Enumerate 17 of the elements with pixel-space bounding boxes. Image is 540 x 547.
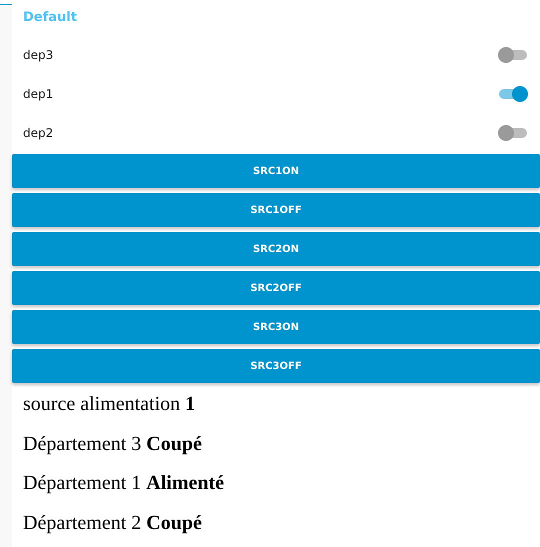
toggle-switch[interactable] [498, 46, 528, 62]
action-button[interactable]: SRC3ON [12, 310, 540, 344]
status-line: Département 3 Coupé [23, 432, 202, 456]
action-button[interactable]: SRC1ON [12, 154, 540, 188]
action-button[interactable]: SRC2ON [12, 232, 540, 266]
toggle-switch[interactable] [498, 124, 528, 140]
action-button[interactable]: SRC3OFF [12, 349, 540, 383]
action-button[interactable]: SRC2OFF [12, 271, 540, 305]
switch-label: dep1 [23, 86, 54, 102]
action-button[interactable]: SRC1OFF [12, 193, 540, 227]
switch-label: dep2 [23, 124, 54, 142]
status-line: Département 2 Coupé [23, 510, 202, 536]
status-line: Département 1 Alimenté [23, 471, 224, 496]
status-line: source alimentation 1 [23, 392, 196, 417]
switch-label: dep3 [23, 46, 54, 64]
group-title: Default [22, 9, 78, 27]
toggle-switch[interactable] [498, 86, 528, 102]
